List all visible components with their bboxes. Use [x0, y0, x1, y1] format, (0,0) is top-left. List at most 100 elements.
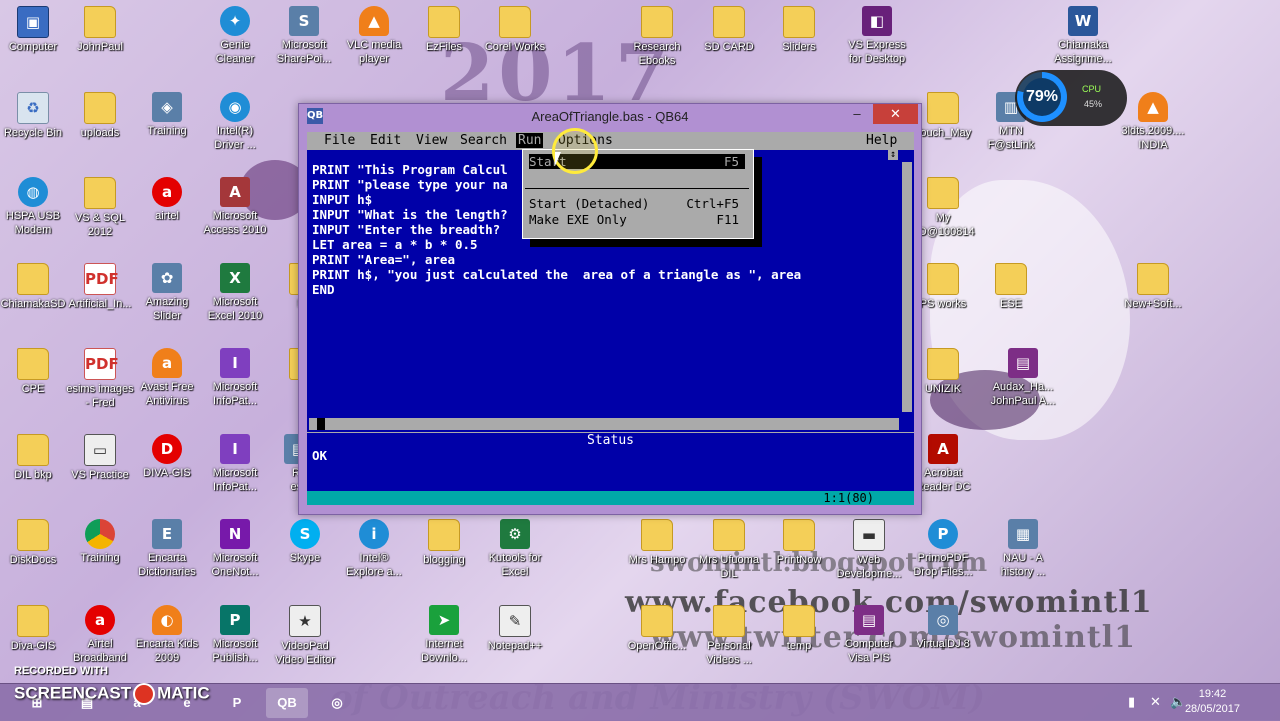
- vertical-scrollbar[interactable]: [902, 162, 912, 412]
- excel-icon: X: [220, 263, 250, 293]
- desktop-icon[interactable]: P Microsoft Publish...: [196, 605, 274, 665]
- desktop-icon[interactable]: A Microsoft Access 2010: [196, 177, 274, 237]
- taskbar-clock[interactable]: 19:42 28/05/2017: [1185, 687, 1240, 717]
- code-line: PRINT "Area=", area: [312, 252, 455, 267]
- desktop-icon[interactable]: ◈ Training: [128, 92, 206, 138]
- desktop-icon[interactable]: Sliders: [760, 6, 838, 54]
- desktop-icon-label: CPE: [21, 383, 45, 395]
- taskbar-app-button[interactable]: ◎: [316, 688, 358, 718]
- desktop-icon[interactable]: New+Soft...: [1114, 263, 1192, 311]
- desktop-icon[interactable]: S Microsoft SharePoi...: [265, 6, 343, 66]
- folder-icon: [783, 6, 815, 38]
- menu-help[interactable]: Help: [866, 133, 897, 148]
- qb64-screen[interactable]: File Edit View Search Run Options Help ↕…: [307, 132, 914, 505]
- desktop-icon[interactable]: Personal Videos ...: [690, 605, 768, 667]
- horizontal-scroll-thumb[interactable]: [317, 418, 325, 430]
- scroll-marker[interactable]: ↕: [887, 149, 898, 160]
- desktop-icon-label: DIVA-GIS: [143, 467, 191, 479]
- run-menu-start-detached-label: Start (Detached): [529, 196, 650, 211]
- desktop-icon[interactable]: a Avast Free Antivirus: [128, 348, 206, 408]
- run-menu-separator: [525, 188, 749, 189]
- desktop-icon[interactable]: Mrs Hampo: [618, 519, 696, 567]
- desktop-icon[interactable]: ⚙ Kutools for Excel: [476, 519, 554, 579]
- desktop-icon[interactable]: ▬ Web Developme...: [830, 519, 908, 581]
- desktop-icon-label: VS Practice: [71, 469, 129, 481]
- desktop-icon[interactable]: Corel Works: [476, 6, 554, 54]
- desktop-icon[interactable]: P PrimoPDF Drop Files...: [904, 519, 982, 579]
- code-line: PRINT h$, "you just calculated the area …: [312, 267, 802, 282]
- folder-icon: [713, 519, 745, 551]
- desktop-icon[interactable]: ◎ VirtualDJ 8: [904, 605, 982, 651]
- desktop-icon[interactable]: temp: [760, 605, 838, 653]
- close-button[interactable]: ✕: [873, 104, 918, 124]
- desktop-icon[interactable]: ▤ Audax_Ha... JohnPaul A...: [984, 348, 1062, 408]
- desktop-icon[interactable]: Research Ebooks: [618, 6, 696, 68]
- desktop-icon-label: Touch_May: [914, 127, 972, 139]
- desktop-icon[interactable]: SD CARD: [690, 6, 768, 54]
- desktop-icon[interactable]: OpenOffic...: [618, 605, 696, 653]
- mouse-pointer-icon: [555, 152, 561, 166]
- desktop-icon[interactable]: ESE: [972, 263, 1050, 311]
- desktop-icon[interactable]: X Microsoft Excel 2010: [196, 263, 274, 323]
- folder-icon: [17, 519, 49, 551]
- desktop-icon-label: Encarta Dictionaries: [138, 552, 196, 578]
- desktop-icon[interactable]: ◧ VS Express for Desktop: [838, 6, 916, 66]
- menu-run[interactable]: Run: [516, 133, 544, 148]
- airtel-icon: a: [85, 605, 115, 635]
- taskbar-powerpoint-button[interactable]: P: [216, 688, 258, 718]
- desktop-icon[interactable]: I Microsoft InfoPat...: [196, 348, 274, 408]
- desktop-icon[interactable]: ✎ Notepad++: [476, 605, 554, 653]
- desktop-icon[interactable]: blogging: [405, 519, 483, 567]
- run-menu-make-exe[interactable]: Make EXE Only F11: [529, 212, 745, 227]
- desktop-icon[interactable]: ➤ Internet Downlo...: [405, 605, 483, 665]
- desktop-icon[interactable]: N Microsoft OneNot...: [196, 519, 274, 579]
- screencast-name-left: SCREENCAST: [14, 683, 132, 703]
- pdf-icon: PDF: [84, 348, 119, 380]
- menu-view[interactable]: View: [416, 133, 447, 148]
- desktop-icon[interactable]: ▲ VLC media player: [335, 6, 413, 66]
- desktop-icon-label: Chiamaka Assignme...: [1054, 39, 1112, 65]
- battery-icon[interactable]: ▮: [1128, 694, 1135, 710]
- desktop-icon[interactable]: EzFiles: [405, 6, 483, 54]
- desktop-icon[interactable]: ◐ Encarta Kids 2009: [128, 605, 206, 665]
- horizontal-scrollbar[interactable]: [309, 418, 899, 430]
- desktop-icon-label: Microsoft InfoPat...: [212, 381, 258, 407]
- web-dev-icon: ▬: [853, 519, 885, 551]
- taskbar-qb64-button[interactable]: QB: [266, 688, 308, 718]
- run-menu-start-detached[interactable]: Start (Detached) Ctrl+F5: [529, 196, 745, 211]
- qb64-window[interactable]: QB AreaOfTriangle.bas - QB64 – ✕ File Ed…: [298, 103, 922, 515]
- network-icon[interactable]: ✕: [1150, 694, 1161, 710]
- menu-file[interactable]: File: [324, 133, 355, 148]
- volume-icon[interactable]: 🔈: [1170, 694, 1186, 710]
- desktop-icon[interactable]: D DIVA-GIS: [128, 434, 206, 480]
- desktop-icon[interactable]: ★ VideoPad Video Editor: [266, 605, 344, 667]
- folder-icon: [927, 348, 959, 380]
- desktop-icon[interactable]: a airtel: [128, 177, 206, 223]
- screencast-logo: SCREENCAST MATIC: [14, 683, 210, 705]
- desktop-icon-label: Microsoft Access 2010: [203, 210, 267, 236]
- desktop-icon[interactable]: ◉ Intel(R) Driver ...: [196, 92, 274, 152]
- desktop-icon[interactable]: W Chiamaka Assignme...: [1044, 6, 1122, 66]
- desktop-icon-label: Training: [80, 552, 120, 564]
- diva-gis-icon: D: [152, 434, 182, 464]
- desktop-icon[interactable]: ▤ Computer Visa PIS: [830, 605, 908, 665]
- window-titlebar[interactable]: QB AreaOfTriangle.bas - QB64 – ✕: [299, 104, 921, 130]
- genie-icon: ✦: [220, 6, 250, 36]
- desktop-icon[interactable]: Mrs Ufuoma DIL: [690, 519, 768, 581]
- desktop-icon-label: Computer Visa PIS: [844, 638, 894, 664]
- desktop-icon[interactable]: ✦ Genie Cleaner: [196, 6, 274, 66]
- minimize-button[interactable]: –: [844, 104, 870, 124]
- modem-icon: ◍: [18, 177, 48, 207]
- desktop-icon[interactable]: S Skype: [266, 519, 344, 565]
- desktop-icon[interactable]: PrintNow: [760, 519, 838, 567]
- desktop-icon[interactable]: E Encarta Dictionaries: [128, 519, 206, 579]
- desktop-icon[interactable]: i Intel® Explore a...: [335, 519, 413, 579]
- desktop-icon[interactable]: ▦ NAU - A history ...: [984, 519, 1062, 579]
- avast-icon: a: [152, 348, 182, 378]
- menu-search[interactable]: Search: [460, 133, 507, 148]
- desktop-icon[interactable]: ✿ Amazing Slider: [128, 263, 206, 323]
- menu-edit[interactable]: Edit: [370, 133, 401, 148]
- folder-icon: [927, 177, 959, 209]
- pdf-icon: PDF: [84, 263, 119, 295]
- desktop-icon[interactable]: JohnPaul: [61, 6, 139, 54]
